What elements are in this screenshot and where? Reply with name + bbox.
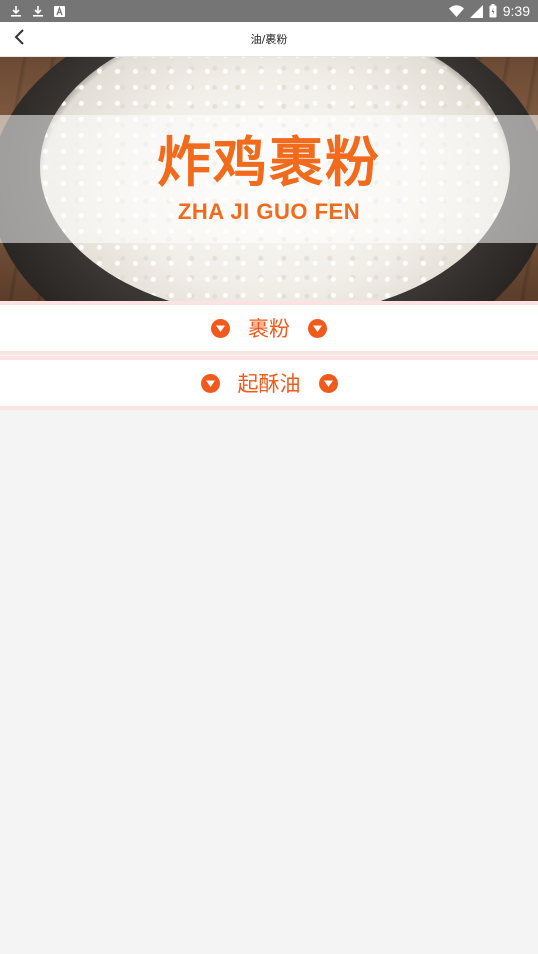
- chevron-down-icon: [308, 318, 327, 338]
- status-bar-right: 9:39: [448, 3, 530, 19]
- banner-subtitle: ZHA JI GUO FEN: [177, 199, 361, 224]
- status-time: 9:39: [502, 3, 530, 19]
- signal-icon: [469, 4, 483, 18]
- category-row-guofen[interactable]: 裹粉: [0, 301, 538, 355]
- category-label: 起酥油: [237, 372, 301, 396]
- chevron-down-icon: [200, 373, 220, 393]
- chevron-left-icon: [13, 28, 25, 50]
- category-row-shortening[interactable]: 起酥油: [0, 356, 538, 410]
- back-button[interactable]: [8, 28, 30, 50]
- page-title: 油/裹粉: [250, 33, 288, 46]
- status-bar-left: [10, 5, 65, 17]
- banner-title: 炸鸡裹粉: [157, 131, 381, 194]
- battery-icon: [489, 4, 497, 18]
- banner-text-band: 炸鸡裹粉 ZHA JI GUO FEN: [0, 115, 538, 243]
- keyboard-a-icon: [54, 5, 65, 17]
- app-header: 油/裹粉: [0, 22, 538, 57]
- download-icon: [32, 5, 44, 17]
- banner-image: 炸鸡裹粉 ZHA JI GUO FEN: [0, 57, 538, 301]
- download-icon: [10, 5, 22, 17]
- chevron-down-icon: [211, 318, 230, 338]
- wifi-icon: [448, 5, 464, 17]
- status-bar: 9:39: [0, 0, 538, 22]
- chevron-down-icon: [318, 373, 338, 393]
- category-label: 裹粉: [248, 317, 290, 341]
